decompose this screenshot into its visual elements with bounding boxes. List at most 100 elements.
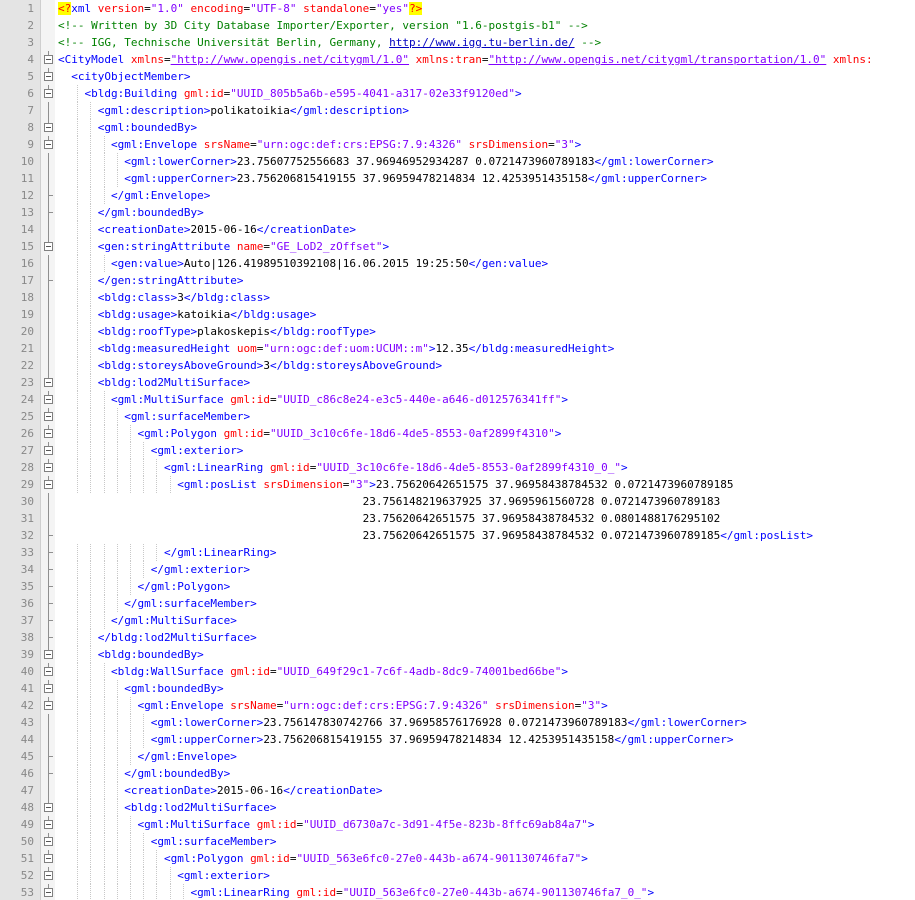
token-tag: </gml:lowerCorner> (594, 155, 714, 168)
token-url[interactable]: "http://www.opengis.net/citygml/transpor… (489, 53, 827, 66)
code-line[interactable]: 33 </gml:LinearRing> (0, 544, 915, 561)
code-line[interactable]: 45 </gml:Envelope> (0, 748, 915, 765)
code-text: <gml:MultiSurface gml:id="UUID_c86c8e24-… (58, 391, 568, 408)
code-line[interactable]: 34 </gml:exterior> (0, 561, 915, 578)
fold-toggle-icon[interactable] (44, 395, 53, 404)
code-line[interactable]: 23 <bldg:lod2MultiSurface> (0, 374, 915, 391)
fold-toggle-icon[interactable] (44, 684, 53, 693)
code-line[interactable]: 14 <creationDate>2015-06-16</creationDat… (0, 221, 915, 238)
code-line[interactable]: 46 </gml:boundedBy> (0, 765, 915, 782)
code-line[interactable]: 8 <gml:boundedBy> (0, 119, 915, 136)
code-line[interactable]: 53 <gml:LinearRing gml:id="UUID_563e6fc0… (0, 884, 915, 900)
token-txt: 23.756206815419155 37.96959478214834 12.… (236, 172, 588, 185)
code-text: </gml:exterior> (58, 561, 250, 578)
code-line[interactable]: 19 <bldg:usage>katoikia</bldg:usage> (0, 306, 915, 323)
code-line[interactable]: 25 <gml:surfaceMember> (0, 408, 915, 425)
token-tag: > (369, 478, 376, 491)
fold-toggle-icon[interactable] (44, 871, 53, 880)
code-line[interactable]: 42 <gml:Envelope srsName="urn:ogc:def:cr… (0, 697, 915, 714)
code-line[interactable]: 17 </gen:stringAttribute> (0, 272, 915, 289)
code-line[interactable]: 47 <creationDate>2015-06-16</creationDat… (0, 782, 915, 799)
code-line[interactable]: 36 </gml:surfaceMember> (0, 595, 915, 612)
fold-toggle-icon[interactable] (44, 650, 53, 659)
fold-toggle-icon[interactable] (44, 242, 53, 251)
fold-toggle-icon[interactable] (44, 463, 53, 472)
token-tag: > (601, 699, 608, 712)
code-line[interactable]: 9 <gml:Envelope srsName="urn:ogc:def:crs… (0, 136, 915, 153)
line-number: 28 (20, 461, 34, 474)
code-line[interactable]: 26 <gml:Polygon gml:id="UUID_3c10c6fe-18… (0, 425, 915, 442)
fold-toggle-icon[interactable] (44, 837, 53, 846)
code-line[interactable]: 28 <gml:LinearRing gml:id="UUID_3c10c6fe… (0, 459, 915, 476)
code-line[interactable]: 43 <gml:lowerCorner>23.756147830742766 3… (0, 714, 915, 731)
code-line[interactable]: 4 <CityModel xmlns="http://www.opengis.ne… (0, 51, 915, 68)
fold-toggle-icon[interactable] (44, 140, 53, 149)
code-text: <bldg:storeysAboveGround>3</bldg:storeys… (58, 357, 442, 374)
fold-toggle-icon[interactable] (44, 446, 53, 455)
code-line[interactable]: 44 <gml:upperCorner>23.756206815419155 3… (0, 731, 915, 748)
code-editor[interactable]: 1 <?xml version="1.0" encoding="UTF-8" st… (0, 0, 915, 900)
code-line[interactable]: 31 23.75620642651575 37.96958438784532 0… (0, 510, 915, 527)
code-line[interactable]: 52 <gml:exterior> (0, 867, 915, 884)
code-line[interactable]: 27 <gml:exterior> (0, 442, 915, 459)
fold-line (48, 697, 49, 701)
code-line[interactable]: 39 <bldg:boundedBy> (0, 646, 915, 663)
code-line[interactable]: 48 <bldg:lod2MultiSurface> (0, 799, 915, 816)
code-line[interactable]: 21 <bldg:measuredHeight uom="urn:ogc:def… (0, 340, 915, 357)
token-txt: katoikia (177, 308, 231, 321)
token-tag: > (515, 87, 522, 100)
token-tag: </gml:boundedBy> (97, 206, 204, 219)
code-line[interactable]: 38 </bldg:lod2MultiSurface> (0, 629, 915, 646)
code-line[interactable]: 13 </gml:boundedBy> (0, 204, 915, 221)
code-line[interactable]: 2 <!-- Written by 3D City Database Import… (0, 17, 915, 34)
code-line[interactable]: 29 <gml:posList srsDimension="3">23.7562… (0, 476, 915, 493)
fold-toggle-icon[interactable] (44, 854, 53, 863)
code-line[interactable]: 10 <gml:lowerCorner>23.75607752556683 37… (0, 153, 915, 170)
fold-toggle-icon[interactable] (44, 820, 53, 829)
fold-toggle-icon[interactable] (44, 378, 53, 387)
code-line[interactable]: 1 <?xml version="1.0" encoding="UTF-8" st… (0, 0, 915, 17)
code-line[interactable]: 49 <gml:MultiSurface gml:id="UUID_d6730a… (0, 816, 915, 833)
line-number: 41 (20, 682, 34, 695)
code-line[interactable]: 24 <gml:MultiSurface gml:id="UUID_c86c8e… (0, 391, 915, 408)
fold-toggle-icon[interactable] (44, 429, 53, 438)
code-line[interactable]: 50 <gml:surfaceMember> (0, 833, 915, 850)
code-line[interactable]: 16 <gen:value>Auto|126.41989510392108|16… (0, 255, 915, 272)
token-tag: </bldg:roofType> (269, 325, 376, 338)
code-line[interactable]: 51 <gml:Polygon gml:id="UUID_563e6fc0-27… (0, 850, 915, 867)
token-curl[interactable]: http://www.igg.tu-berlin.de/ (389, 36, 574, 49)
token-txt: Auto|126.41989510392108|16.06.2015 19:25… (183, 257, 469, 270)
fold-line (48, 238, 49, 242)
fold-toggle-icon[interactable] (44, 480, 53, 489)
code-line[interactable]: 32 23.75620642651575 37.96958438784532 0… (0, 527, 915, 544)
code-line[interactable]: 5 <cityObjectMember> (0, 68, 915, 85)
code-line[interactable]: 7 <gml:description>polikatoikia</gml:des… (0, 102, 915, 119)
code-line[interactable]: 18 <bldg:class>3</bldg:class> (0, 289, 915, 306)
code-line[interactable]: 35 </gml:Polygon> (0, 578, 915, 595)
fold-toggle-icon[interactable] (44, 123, 53, 132)
fold-toggle-icon[interactable] (44, 701, 53, 710)
fold-line (48, 170, 49, 187)
token-url[interactable]: "http://www.opengis.net/citygml/1.0" (171, 53, 409, 66)
code-line[interactable]: 30 23.756148219637925 37.9695961560728 0… (0, 493, 915, 510)
code-text: <bldg:WallSurface gml:id="UUID_649f29c1-… (58, 663, 568, 680)
code-line[interactable]: 37 </gml:MultiSurface> (0, 612, 915, 629)
code-line[interactable]: 6 <bldg:Building gml:id="UUID_805b5a6b-e… (0, 85, 915, 102)
token-txt: 3 (177, 291, 184, 304)
code-line[interactable]: 11 <gml:upperCorner>23.756206815419155 3… (0, 170, 915, 187)
fold-toggle-icon[interactable] (44, 89, 53, 98)
code-line[interactable]: 15 <gen:stringAttribute name="GE_LoD2_zO… (0, 238, 915, 255)
fold-toggle-icon[interactable] (44, 667, 53, 676)
line-number: 48 (20, 801, 34, 814)
code-line[interactable]: 40 <bldg:WallSurface gml:id="UUID_649f29… (0, 663, 915, 680)
code-line[interactable]: 41 <gml:boundedBy> (0, 680, 915, 697)
code-line[interactable]: 3 <!-- IGG, Technische Universität Berlin… (0, 34, 915, 51)
code-line[interactable]: 22 <bldg:storeysAboveGround>3</bldg:stor… (0, 357, 915, 374)
fold-toggle-icon[interactable] (44, 72, 53, 81)
fold-toggle-icon[interactable] (44, 55, 53, 64)
fold-toggle-icon[interactable] (44, 412, 53, 421)
fold-toggle-icon[interactable] (44, 888, 53, 897)
code-line[interactable]: 12 </gml:Envelope> (0, 187, 915, 204)
fold-toggle-icon[interactable] (44, 803, 53, 812)
code-line[interactable]: 20 <bldg:roofType>plakoskepis</bldg:roof… (0, 323, 915, 340)
